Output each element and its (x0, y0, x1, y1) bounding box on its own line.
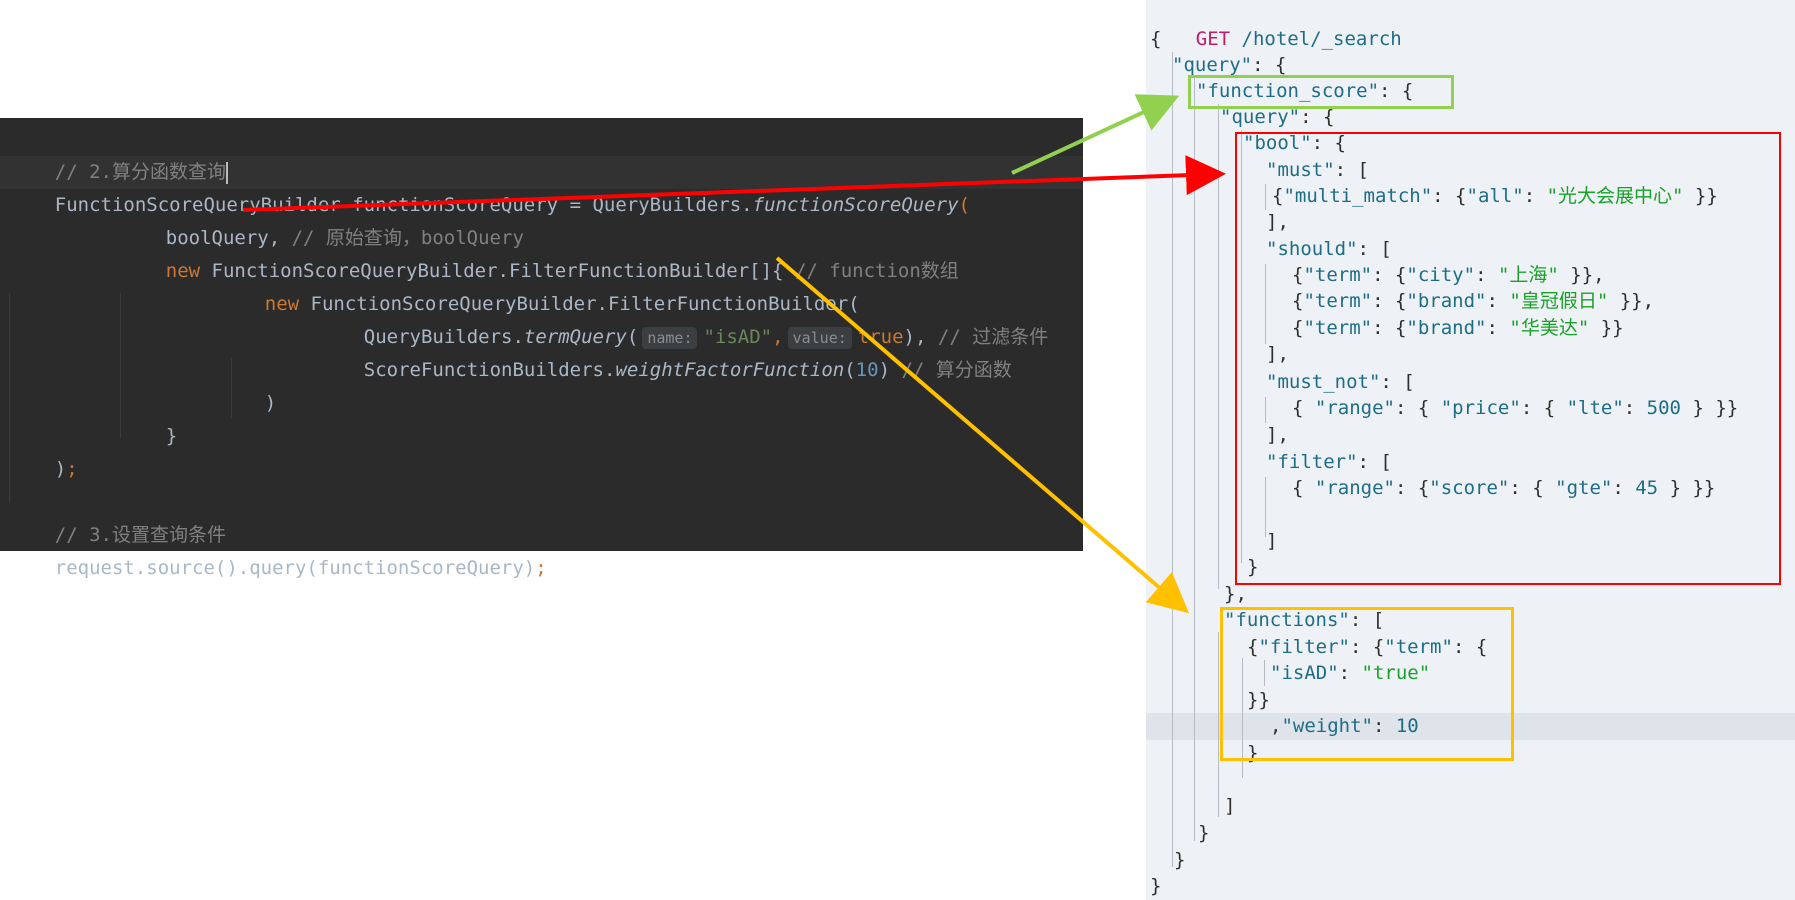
arrow-functions (775, 256, 1190, 614)
annotation-arrows (242, 94, 1226, 614)
arrow-bool-query (242, 155, 1226, 212)
arrow-function-score (1011, 94, 1180, 175)
